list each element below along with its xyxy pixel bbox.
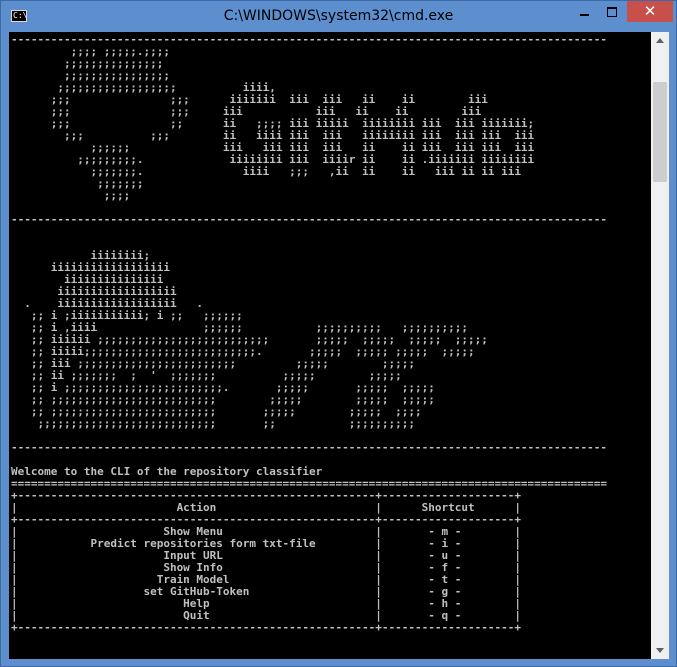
scrollbar-thumb[interactable] bbox=[653, 82, 667, 182]
maximize-button[interactable] bbox=[599, 1, 626, 22]
scroll-down-arrow-icon[interactable] bbox=[651, 642, 669, 659]
console-line: ;;;; bbox=[11, 189, 131, 202]
scroll-up-arrow-icon[interactable] bbox=[651, 32, 669, 49]
console-output[interactable]: ----------------------------------------… bbox=[9, 32, 651, 659]
console-text: ----------------------------------------… bbox=[9, 32, 651, 634]
minimize-button[interactable] bbox=[571, 1, 598, 22]
console-line: ;;;;;;;;;;;;;;;;;;;;;;;;;;; ;; ;;;;;;;;;… bbox=[11, 417, 415, 430]
console-line: +---------------------------------------… bbox=[11, 621, 521, 634]
console-line: ----------------------------------------… bbox=[11, 441, 608, 454]
console-window: C:\ C:\WINDOWS\system32\cmd.exe ✕ ------… bbox=[0, 0, 677, 667]
title-bar[interactable]: C:\ C:\WINDOWS\system32\cmd.exe ✕ bbox=[1, 1, 676, 33]
close-icon: ✕ bbox=[643, 2, 657, 20]
console-line: ----------------------------------------… bbox=[11, 213, 608, 226]
close-button[interactable]: ✕ bbox=[627, 1, 673, 22]
vertical-scrollbar[interactable] bbox=[651, 32, 669, 659]
